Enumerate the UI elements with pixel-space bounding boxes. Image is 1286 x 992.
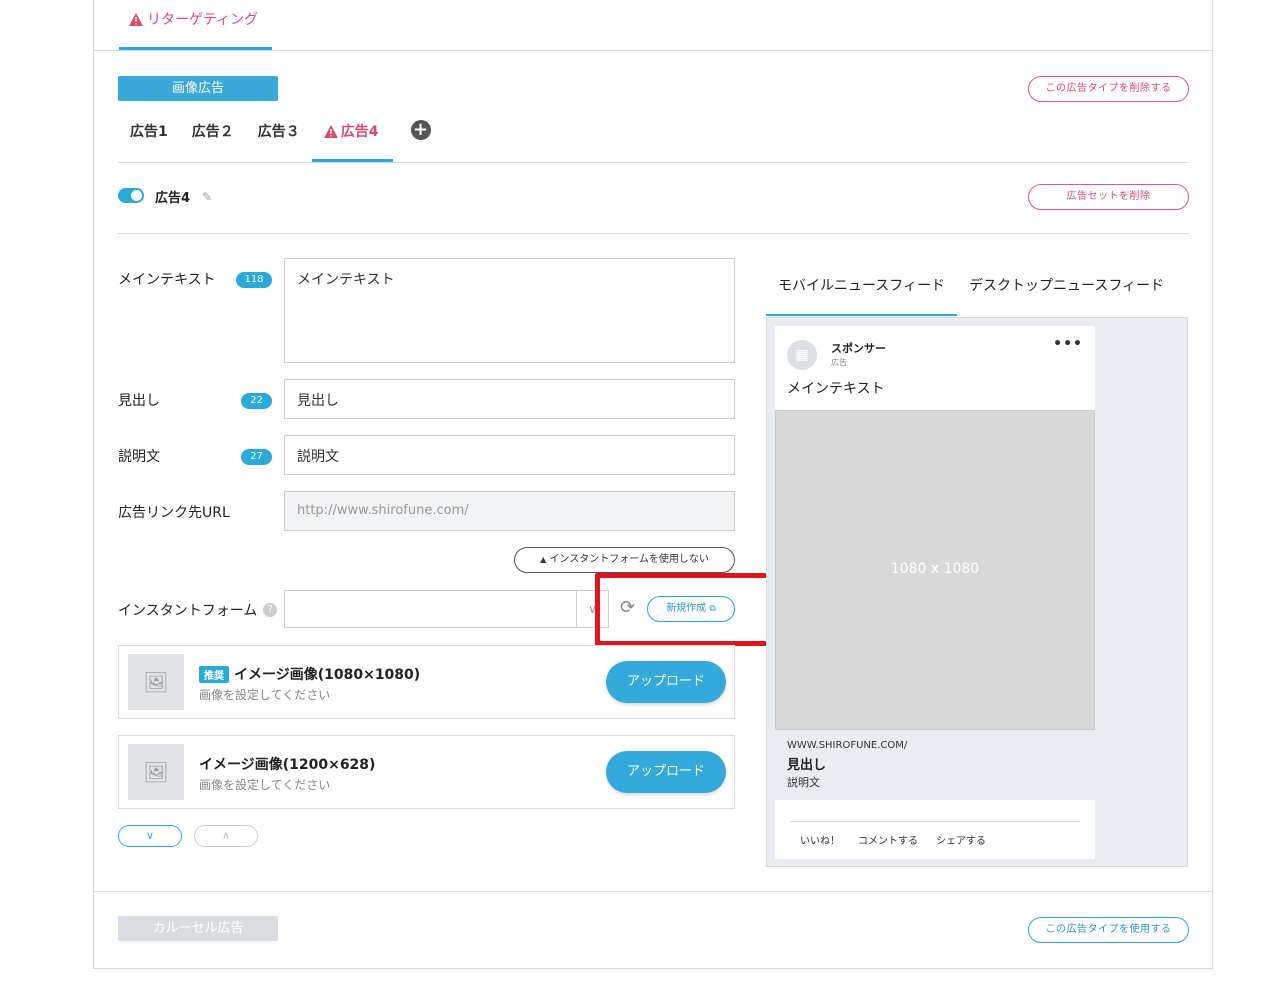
link-url-input[interactable]: http://www.shirofune.com/ xyxy=(284,491,735,531)
ad-editor-panel: リターゲティング 画像広告 この広告タイプを削除する 広告1 広告２ 広告３ 広… xyxy=(93,0,1213,969)
ad-type-carousel-badge[interactable]: カルーセル広告 xyxy=(118,916,278,941)
image-placeholder-icon: 🖼 xyxy=(128,744,184,800)
instant-form-label: インスタントフォーム xyxy=(118,603,258,619)
preview-meta: WWW.SHIROFUNE.COM/ 見出し 説明文 xyxy=(775,730,1095,800)
building-icon: ▦ xyxy=(787,340,817,370)
image-subtitle: 画像を設定してください xyxy=(199,688,331,702)
divider xyxy=(118,162,1189,163)
tab-ad-4-label: 広告4 xyxy=(340,124,379,140)
tab-ad-3-label: 広告３ xyxy=(257,124,300,140)
preview-headline: 見出し xyxy=(787,758,827,773)
tab-ad-1[interactable]: 広告1 xyxy=(118,110,180,162)
headline-count-badge: 22 xyxy=(241,393,272,409)
tab-mobile-news-feed[interactable]: モバイルニュースフィード xyxy=(766,262,958,316)
tab-ad-2-label: 広告２ xyxy=(191,124,234,140)
preview-url: WWW.SHIROFUNE.COM/ xyxy=(787,740,908,751)
preview-main-text: メインテキスト xyxy=(787,381,885,397)
recommended-badge: 推奨 xyxy=(199,665,229,683)
like-action: いいね！ xyxy=(800,836,840,847)
preview-description: 説明文 xyxy=(787,776,820,789)
image-upload-row-1080: 🖼 推奨 イメージ画像(1080×1080) 画像を設定してください アップロー… xyxy=(118,645,735,719)
tab-retargeting[interactable]: リターゲティング xyxy=(119,6,272,51)
sponsor-name: スポンサー xyxy=(831,342,886,355)
description-label: 説明文 xyxy=(118,449,160,465)
chevron-down-icon: ∨ xyxy=(145,829,155,842)
image-subtitle: 画像を設定してください xyxy=(199,778,331,792)
main-text-label: メインテキスト xyxy=(118,272,216,288)
instant-form-toggle-label: インスタントフォームを使用しない xyxy=(549,554,709,565)
link-url-label: 広告リンク先URL xyxy=(118,505,230,521)
headline-label: 見出し xyxy=(118,393,160,409)
divider xyxy=(94,50,1212,51)
preview-tabs: モバイルニュースフィード デスクトップニュースフィード xyxy=(766,262,1188,318)
tab-ad-4[interactable]: 広告4 xyxy=(311,110,393,162)
delete-ad-set-button[interactable]: 広告セットを削除 xyxy=(1028,184,1189,210)
preview-actions: いいね！ コメントする シェアする xyxy=(790,821,1080,847)
tab-retargeting-label: リターゲティング xyxy=(147,12,259,28)
share-action: シェアする xyxy=(936,836,986,847)
sponsor-subtitle: 広告 xyxy=(831,358,847,367)
instant-form-select[interactable]: ∨ xyxy=(284,590,609,628)
ad-tabs: 広告1 広告２ 広告３ 広告4 + xyxy=(118,110,431,162)
ad-preview-card: ▦ スポンサー 広告 ••• メインテキスト 1080 x 1080 WWW.S… xyxy=(775,326,1095,859)
tab-desktop-label: デスクトップニュースフィード xyxy=(969,278,1165,294)
image-title-row: 推奨 イメージ画像(1080×1080) xyxy=(199,664,420,684)
image-title-row: イメージ画像(1200×628) xyxy=(199,754,375,774)
main-text-count-badge: 118 xyxy=(236,272,272,288)
add-ad-icon[interactable]: + xyxy=(410,120,431,140)
help-icon[interactable]: ? xyxy=(263,603,278,617)
main-text-input[interactable]: メインテキスト xyxy=(284,258,735,363)
upload-button[interactable]: アップロード xyxy=(606,751,726,793)
chevron-up-icon: ∧ xyxy=(221,829,231,842)
triangle-up-icon: ▲ xyxy=(540,555,547,564)
tab-ad-1-label: 広告1 xyxy=(130,124,168,140)
instant-form-label-row: インスタントフォーム ? xyxy=(118,600,278,620)
move-down-button[interactable]: ∨ xyxy=(118,825,182,847)
use-ad-type-button[interactable]: この広告タイプを使用する xyxy=(1028,917,1189,943)
image-title: イメージ画像(1200×628) xyxy=(199,757,376,773)
description-count-badge: 27 xyxy=(241,449,272,465)
image-upload-row-1200: 🖼 イメージ画像(1200×628) 画像を設定してください アップロード xyxy=(118,735,735,809)
comment-action: コメントする xyxy=(858,836,918,847)
tab-desktop-news-feed[interactable]: デスクトップニュースフィード xyxy=(957,262,1176,316)
move-up-button[interactable]: ∧ xyxy=(194,825,258,847)
description-input[interactable]: 説明文 xyxy=(284,435,735,475)
highlight-box xyxy=(595,573,782,646)
upload-button[interactable]: アップロード xyxy=(606,661,726,703)
ad-enabled-toggle[interactable] xyxy=(118,188,144,203)
more-icon[interactable]: ••• xyxy=(1053,336,1083,352)
image-title: イメージ画像(1080×1080) xyxy=(234,667,421,683)
divider xyxy=(118,233,1189,234)
pencil-icon[interactable]: ✎ xyxy=(202,190,212,204)
ad-preview: ▦ スポンサー 広告 ••• メインテキスト 1080 x 1080 WWW.S… xyxy=(766,317,1188,867)
delete-ad-type-button[interactable]: この広告タイプを削除する xyxy=(1028,76,1189,102)
warning-icon xyxy=(323,125,338,138)
headline-input[interactable]: 見出し xyxy=(284,379,735,419)
tab-ad-3[interactable]: 広告３ xyxy=(246,110,312,162)
divider xyxy=(94,891,1212,892)
ad-type-image-badge[interactable]: 画像広告 xyxy=(118,76,278,101)
warning-icon xyxy=(129,13,143,26)
tab-mobile-label: モバイルニュースフィード xyxy=(778,278,946,294)
instant-form-toggle-button[interactable]: ▲ インスタントフォームを使用しない xyxy=(514,547,735,573)
image-placeholder-icon: 🖼 xyxy=(128,654,184,710)
ad-name: 広告4 xyxy=(155,191,191,206)
tab-ad-2[interactable]: 広告２ xyxy=(180,110,246,162)
preview-image: 1080 x 1080 xyxy=(775,410,1095,730)
